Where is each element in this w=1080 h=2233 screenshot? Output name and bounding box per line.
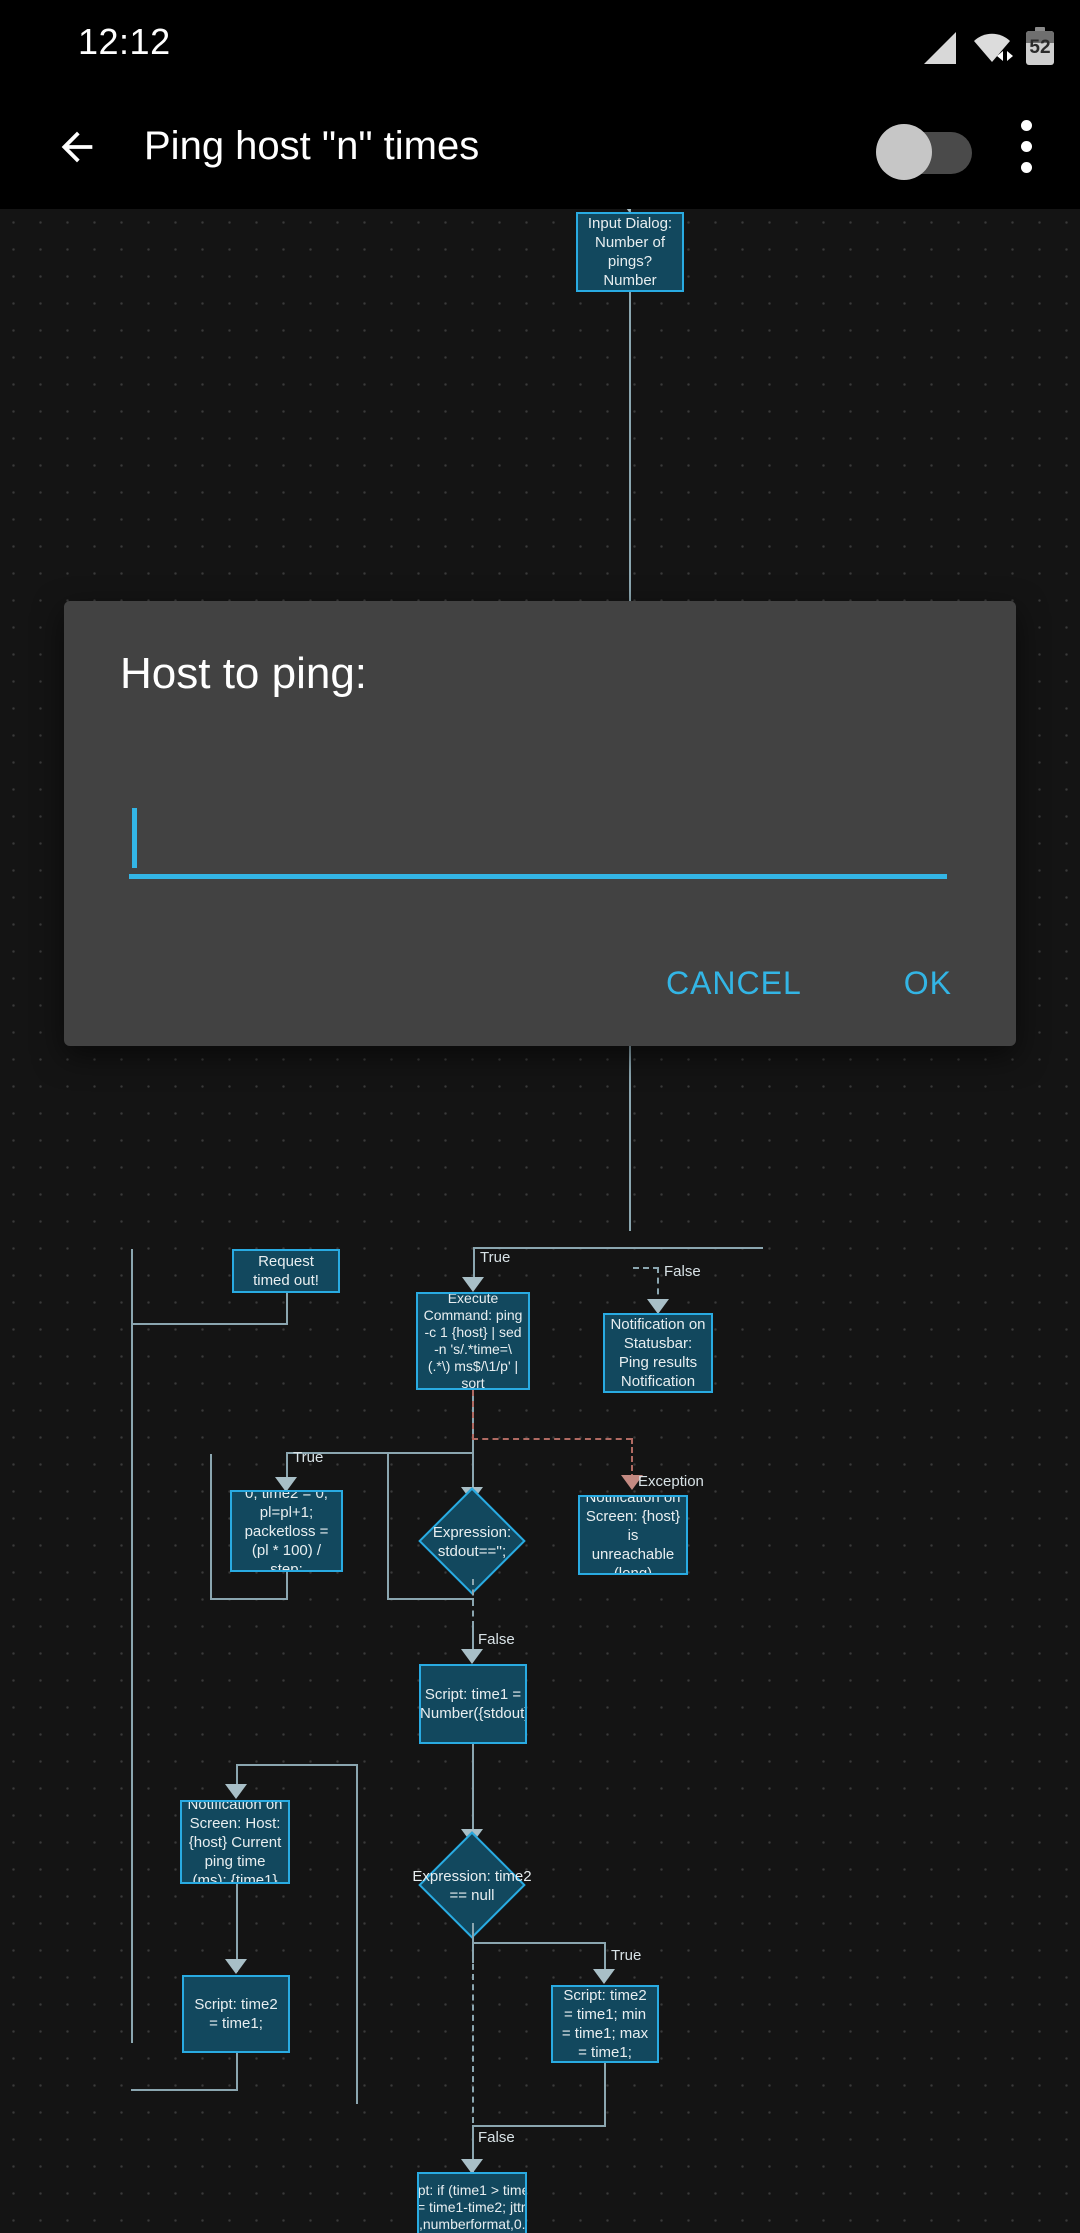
node-label: Script: time2 = time1; <box>194 1996 278 2032</box>
back-arrow-icon <box>61 131 93 162</box>
edge <box>387 1598 474 1600</box>
edge-label: False <box>478 1631 515 1648</box>
flow-node-script-tonumber[interactable]: Script: time1 = toNumber({stdout}); <box>419 1664 527 1744</box>
edge <box>604 2063 606 2127</box>
wifi-transfer-icon <box>997 51 1013 61</box>
text-caret <box>132 808 137 868</box>
flow-node-request-timed-out[interactable]: Request timed out! <box>232 1249 340 1293</box>
edge-arrow <box>593 1969 615 1984</box>
edge-label: False <box>664 1263 701 1280</box>
edge <box>633 1267 659 1269</box>
edge <box>472 1923 474 2123</box>
node-label: Input Dialog: Number of pings? Number <box>587 215 673 289</box>
flow-node-script-time2-time1[interactable]: Script: time2 = time1; <box>182 1975 290 2053</box>
node-label: Script: time2 = time1; min = time1; max … <box>561 1987 649 2061</box>
edge <box>131 1249 133 1325</box>
edge <box>131 1323 288 1325</box>
cancel-button[interactable]: CANCEL <box>638 945 830 1022</box>
status-bar-icons: 52 <box>922 19 1054 65</box>
flow-node-script-jitter[interactable]: Script: if (time1 > time2) { jttr = time… <box>417 2172 527 2233</box>
edge-exception <box>472 1438 632 1440</box>
node-label: Notification on Statusbar: Ping results … <box>610 1316 706 1390</box>
edge <box>387 1454 389 1600</box>
edge-arrow <box>462 1277 484 1292</box>
enable-toggle[interactable] <box>876 121 972 180</box>
flow-node-script-packetloss[interactable]: Script: time1 = 0; time2 = 0; pl=pl+1; p… <box>230 1490 343 1572</box>
host-input[interactable] <box>129 801 947 867</box>
edge-exception <box>631 1438 633 1480</box>
edge-arrow <box>461 1649 483 1664</box>
edge <box>472 1579 474 1627</box>
toggle-thumb <box>876 123 932 180</box>
status-bar: 12:12 52 <box>0 0 1080 84</box>
edge <box>286 1293 288 1325</box>
ok-button[interactable]: OK <box>876 945 980 1022</box>
flow-node-script-min-max[interactable]: Script: time2 = time1; min = time1; max … <box>551 1985 659 2063</box>
node-label: Expression: time2 == null <box>412 1868 532 1904</box>
edge <box>472 2125 606 2127</box>
node-label: Request timed out! <box>253 1253 319 1289</box>
edge <box>210 1454 212 1600</box>
flow-node-input-dialog[interactable]: Input Dialog: Number of pings? Number <box>576 212 684 292</box>
edge <box>131 1323 133 2043</box>
edge-arrow <box>225 1959 247 1974</box>
cellular-signal-icon <box>924 32 956 64</box>
edge <box>210 1598 288 1600</box>
app-bar: Ping host "n" times <box>0 84 1080 209</box>
more-vertical-icon[interactable] <box>994 110 1058 184</box>
dialog-actions: CANCEL OK <box>638 945 980 1022</box>
edge-label: True <box>293 1449 324 1466</box>
edge-label: True <box>611 1947 642 1964</box>
node-label: Expression: stdout==''; <box>432 1524 512 1560</box>
edge-label: True <box>480 1249 511 1266</box>
host-to-ping-dialog: Host to ping: CANCEL OK <box>64 601 1016 1046</box>
edge-exception <box>472 1390 474 1440</box>
battery-icon: 52 <box>1026 27 1054 65</box>
node-label: Script: if (time1 > time2) { jttr = time… <box>417 2182 526 2232</box>
flowchart-canvas[interactable]: False Input Dialog: Number of pings? Num… <box>0 209 1080 2233</box>
edge-arrow <box>647 1299 669 1314</box>
app-bar-actions <box>876 110 1058 184</box>
edge <box>131 2089 238 2091</box>
node-label: Script: time1 = toNumber({stdout}); <box>420 1686 525 1722</box>
flow-node-notification-unreachable[interactable]: Notification on Screen: {host} is unreac… <box>578 1495 688 1575</box>
edge-label: False <box>478 2129 515 2146</box>
screen: 12:12 52 False <box>0 0 1080 2233</box>
node-label: Notification on Screen: Host: {host} Cur… <box>187 1800 283 1884</box>
edge <box>473 1247 763 1249</box>
edge <box>472 1942 606 1944</box>
dialog-title: Host to ping: <box>120 649 368 698</box>
input-underline <box>129 874 947 879</box>
edge <box>236 2053 238 2091</box>
flow-node-notification-ping-time[interactable]: Notification on Screen: Host: {host} Cur… <box>180 1800 290 1884</box>
node-label: Notification on Screen: {host} is unreac… <box>585 1495 681 1575</box>
edge <box>356 1764 358 2104</box>
node-label: Script: time1 = 0; time2 = 0; pl=pl+1; p… <box>244 1490 329 1572</box>
host-input-wrapper[interactable] <box>129 801 947 879</box>
node-label: Execute Command: ping -c 1 {host} | sed … <box>423 1292 523 1390</box>
back-button[interactable] <box>40 110 114 184</box>
battery-level-label: 52 <box>1029 37 1051 58</box>
flow-node-notification-statusbar[interactable]: Notification on Statusbar: Ping results … <box>603 1313 713 1393</box>
edge-arrow <box>225 1784 247 1799</box>
flow-node-execute-command[interactable]: Execute Command: ping -c 1 {host} | sed … <box>416 1292 530 1390</box>
page-title: Ping host "n" times <box>144 124 480 168</box>
edge <box>236 1764 356 1766</box>
status-bar-clock: 12:12 <box>78 21 171 62</box>
edge-label: Exception <box>638 1473 704 1490</box>
edge <box>286 1572 288 1600</box>
wifi-icon <box>972 31 1013 65</box>
